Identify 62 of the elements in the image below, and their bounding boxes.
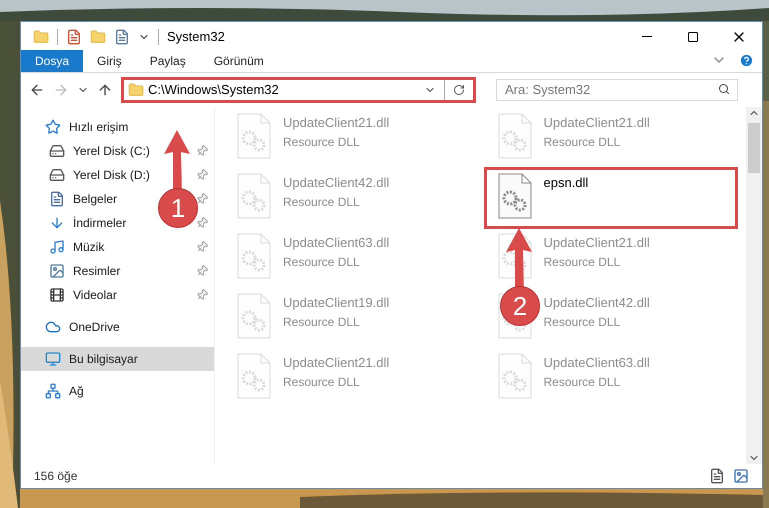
minimize-icon	[642, 36, 652, 37]
nav-item[interactable]: Yerel Disk (D:)	[21, 163, 158, 187]
download-icon	[49, 215, 65, 231]
gear-file-icon	[237, 173, 271, 219]
window-title: System32	[167, 28, 225, 46]
nav-item[interactable]: Bu bilgisayar	[21, 347, 214, 371]
help-icon[interactable]	[739, 53, 754, 68]
file-type: Resource DLL	[544, 254, 622, 270]
gear-file-icon	[237, 353, 271, 399]
gear-file-icon	[498, 113, 532, 159]
nav-item[interactable]: Müzik	[21, 235, 112, 259]
folder-icon	[128, 82, 144, 98]
scrollbar[interactable]	[746, 107, 762, 464]
document-icon	[49, 191, 65, 207]
file-type: Resource DLL	[544, 134, 622, 150]
gear-file-icon	[237, 293, 271, 339]
refresh-icon[interactable]	[453, 84, 465, 96]
nav-item[interactable]: Yerel Disk (C:)	[21, 139, 158, 163]
ribbon-tab[interactable]: Giriş	[83, 50, 136, 72]
up-icon[interactable]	[97, 82, 113, 98]
film-icon	[49, 287, 65, 303]
file-name[interactable]: epsn.dll	[544, 173, 588, 192]
monitor-icon	[45, 351, 61, 367]
cloud-icon	[45, 319, 61, 335]
drive-icon	[49, 143, 65, 159]
search-field[interactable]: Ara: System32	[496, 78, 738, 100]
nav-item[interactable]: Videolar	[21, 283, 125, 307]
tiles-view-icon[interactable]	[733, 468, 749, 484]
back-icon[interactable]	[29, 82, 45, 98]
music-note-icon	[49, 239, 65, 255]
nav-item[interactable]: Ağ	[21, 379, 92, 403]
file-type: Resource DLL	[283, 134, 361, 150]
document-icon[interactable]	[114, 28, 130, 44]
search-icon[interactable]	[718, 83, 730, 95]
ribbon-tab[interactable]: Görünüm	[200, 50, 278, 72]
nav-item[interactable]: Resimler	[21, 259, 128, 283]
star-icon	[45, 119, 61, 135]
image-icon	[49, 263, 65, 279]
file-type: Resource DLL	[283, 314, 361, 330]
ribbon-tab[interactable]: Paylaş	[136, 50, 200, 72]
nav-item[interactable]: Belgeler	[21, 187, 126, 211]
nav-item[interactable]: İndirmeler	[21, 211, 134, 235]
gear-file-icon	[237, 233, 271, 279]
drive-icon	[49, 167, 65, 183]
file-type: Resource DLL	[283, 254, 361, 270]
file-type: Resource DLL	[283, 374, 361, 390]
file-type: Resource DLL	[544, 314, 622, 330]
gear-file-icon	[237, 113, 271, 159]
address-bar[interactable]: C:\Windows\System32	[121, 77, 476, 103]
ribbon-tab[interactable]: Dosya	[21, 50, 84, 72]
properties-icon[interactable]	[66, 28, 82, 44]
file-type: Resource DLL	[283, 194, 361, 210]
gear-file-icon	[498, 173, 532, 219]
details-view-icon[interactable]	[709, 468, 725, 484]
file-type: Resource DLL	[544, 374, 622, 390]
network-icon	[45, 383, 61, 399]
item-count: 156 öğe	[34, 468, 78, 485]
scroll-thumb[interactable]	[748, 123, 760, 173]
nav-item[interactable]: Hızlı erişim	[21, 115, 136, 139]
maximize-icon	[687, 30, 699, 42]
gear-file-icon	[498, 353, 532, 399]
nav-item[interactable]: OneDrive	[21, 315, 128, 339]
